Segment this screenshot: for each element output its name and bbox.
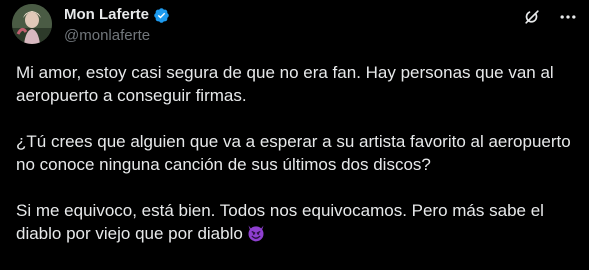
tweet-text: Mi amor, estoy casi segura de que no era…: [16, 61, 581, 245]
more-options-icon[interactable]: [557, 6, 579, 28]
author-display-name[interactable]: Mon Laferte: [64, 6, 149, 24]
tweet-paragraph-3: Si me equivoco, está bien. Todos nos equ…: [16, 199, 581, 245]
avatar-image: [12, 4, 52, 44]
avatar[interactable]: [12, 4, 52, 44]
verified-badge-icon: [153, 7, 170, 24]
author-handle[interactable]: @monlaferte: [64, 27, 150, 45]
tweet-card: Mon Laferte @monlaferte Mi amor, estoy c…: [0, 0, 589, 270]
tweet-paragraph-2: ¿Tú crees que alguien que va a esperar a…: [16, 132, 571, 174]
tweet-paragraph-3-text: Si me equivoco, está bien. Todos nos equ…: [16, 201, 544, 243]
tweet-actions: [521, 6, 579, 28]
smiling-face-with-horns-icon: [246, 223, 266, 243]
grok-icon[interactable]: [521, 6, 543, 28]
author-name-row: Mon Laferte: [64, 6, 170, 24]
tweet-paragraph-1: Mi amor, estoy casi segura de que no era…: [16, 63, 554, 105]
